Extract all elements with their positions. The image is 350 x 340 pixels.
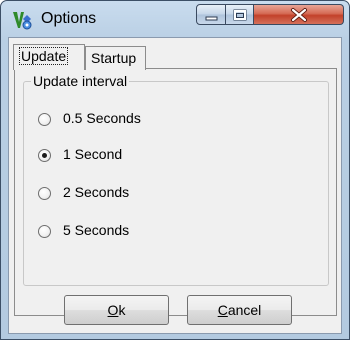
maximize-button[interactable] — [226, 4, 254, 25]
minimize-icon — [205, 16, 218, 21]
options-app-icon[interactable] — [11, 9, 33, 31]
tab-panel-update: Update interval 0.5 Seconds 1 Second 2 S… — [14, 68, 337, 316]
radio-label[interactable]: 1 Second — [63, 146, 122, 162]
close-icon — [291, 8, 307, 22]
ok-label-rest: k — [118, 302, 126, 318]
tab-update-label: Update — [18, 47, 69, 65]
dialog-client-area: Update Startup Update interval 0.5 Secon… — [8, 37, 342, 334]
ok-mnemonic: O — [107, 302, 119, 318]
window-title: Options — [41, 10, 97, 27]
radio-circle[interactable] — [38, 113, 51, 126]
tab-startup-label: Startup — [91, 50, 137, 66]
maximize-icon — [233, 9, 247, 21]
radio-label[interactable]: 0.5 Seconds — [63, 110, 141, 126]
minimize-button[interactable] — [196, 4, 226, 25]
cancel-label-rest: ancel — [227, 302, 262, 318]
radio-label[interactable]: 2 Seconds — [63, 184, 129, 200]
cancel-button[interactable]: Cancel — [187, 295, 292, 325]
ok-button[interactable]: Ok — [64, 295, 169, 325]
radio-circle[interactable] — [38, 187, 51, 200]
radio-circle[interactable] — [38, 225, 51, 238]
radio-label[interactable]: 5 Seconds — [63, 222, 129, 238]
radio-circle[interactable] — [38, 149, 51, 162]
close-button[interactable] — [254, 4, 344, 25]
title-bar[interactable]: Options — [1, 1, 349, 37]
update-interval-group: Update interval 0.5 Seconds 1 Second 2 S… — [23, 73, 329, 286]
update-interval-title: Update interval — [31, 73, 130, 89]
options-window: Options Update Startup Update interval 0… — [0, 0, 350, 340]
cancel-mnemonic: C — [217, 302, 228, 318]
tab-startup[interactable]: Startup — [85, 46, 146, 70]
tab-update[interactable]: Update — [13, 44, 85, 70]
